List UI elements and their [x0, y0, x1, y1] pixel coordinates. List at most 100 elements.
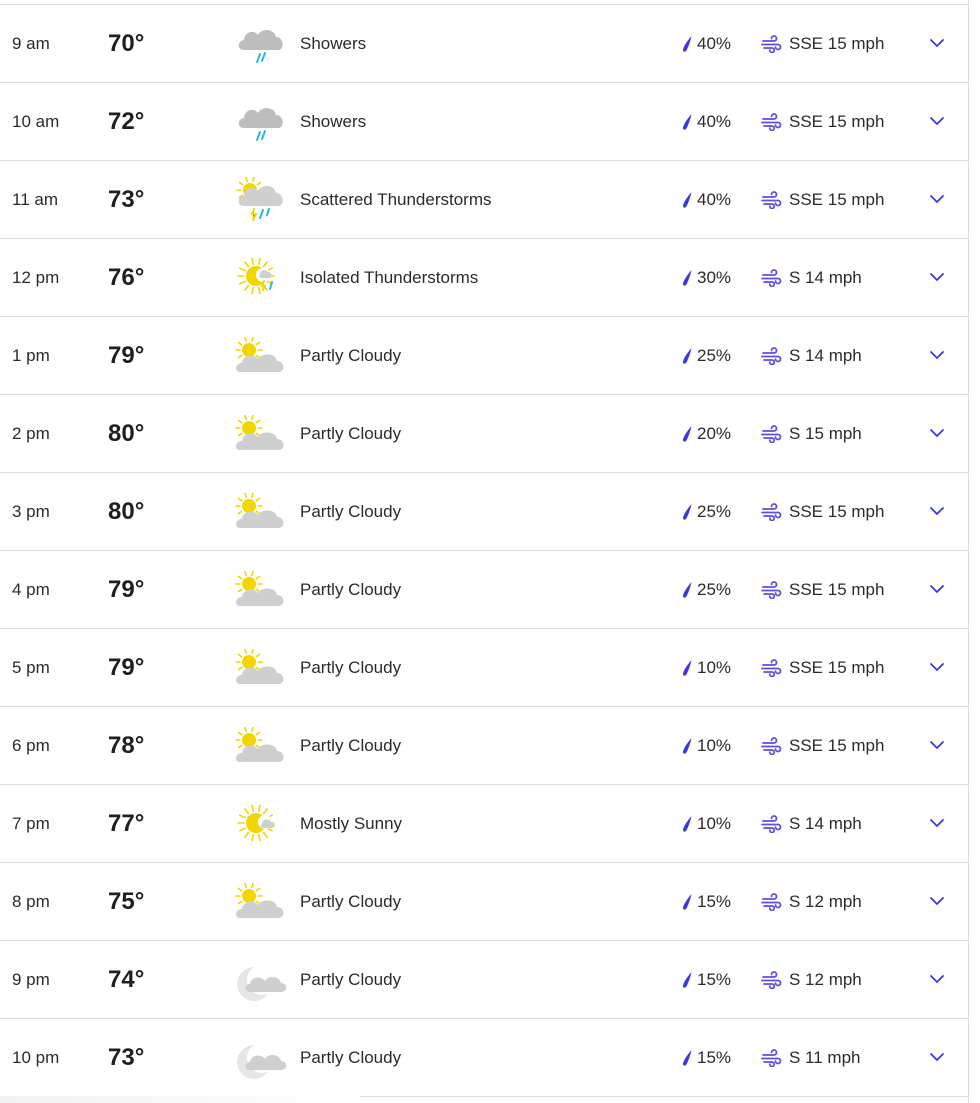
condition-label: Scattered Thunderstorms — [300, 190, 492, 209]
wind-icon — [761, 424, 782, 443]
hourly-row-8[interactable]: 5 pm 79° Partly Cloudy 10% SSE 15 mph — [0, 629, 969, 707]
partly-cloudy-day-icon — [234, 408, 288, 458]
raindrop-icon — [682, 893, 692, 910]
hour-time: 6 pm — [12, 736, 50, 755]
hour-temperature: 74° — [108, 966, 145, 993]
precipitation-value: 20% — [697, 423, 732, 443]
chevron-down-icon[interactable] — [927, 189, 947, 209]
condition-label: Showers — [300, 34, 367, 53]
precipitation-value: 10% — [697, 657, 732, 677]
precipitation-value: 30% — [697, 267, 732, 287]
precipitation-chance: 25% — [680, 551, 731, 628]
wind-value: SSE 15 mph — [789, 735, 885, 755]
wind-info: SSE 15 mph — [761, 629, 884, 706]
chevron-down-icon[interactable] — [927, 423, 947, 443]
chevron-down-icon[interactable] — [927, 345, 947, 365]
wind-value: S 12 mph — [789, 891, 862, 911]
wind-value: S 15 mph — [789, 423, 862, 443]
raindrop-icon — [682, 971, 692, 988]
condition-label: Partly Cloudy — [300, 424, 402, 443]
chevron-down-icon[interactable] — [927, 969, 947, 989]
chevron-down-icon[interactable] — [927, 111, 947, 131]
precipitation-chance: 15% — [680, 1019, 731, 1096]
hourly-row-0[interactable]: 9 am 70° Showers 40% SSE 15 mph — [0, 5, 969, 83]
raindrop-icon — [682, 347, 692, 364]
chevron-down-icon[interactable] — [927, 1047, 947, 1067]
showers-icon — [234, 18, 288, 68]
raindrop-icon — [682, 659, 692, 676]
chevron-down-icon[interactable] — [927, 501, 947, 521]
partly-cloudy-day-icon — [234, 486, 288, 536]
hour-time: 9 am — [12, 34, 50, 53]
hour-time: 7 pm — [12, 814, 50, 833]
hour-time: 9 pm — [12, 970, 50, 989]
wind-info: S 11 mph — [761, 1019, 861, 1096]
hourly-row-4[interactable]: 1 pm 79° Partly Cloudy 25% S 14 mph — [0, 317, 969, 395]
hour-time: 8 pm — [12, 892, 50, 911]
hour-temperature: 79° — [108, 654, 145, 681]
raindrop-icon — [682, 503, 692, 520]
wind-icon — [761, 736, 782, 755]
precipitation-chance: 15% — [680, 941, 731, 1018]
chevron-down-icon[interactable] — [927, 33, 947, 53]
scattered-thunderstorms-icon — [234, 174, 288, 224]
wind-info: SSE 15 mph — [761, 473, 884, 550]
precipitation-value: 25% — [697, 345, 732, 365]
wind-icon — [761, 658, 782, 677]
wind-info: SSE 15 mph — [761, 551, 884, 628]
condition-label: Partly Cloudy — [300, 1048, 402, 1067]
wind-info: S 12 mph — [761, 863, 862, 940]
chevron-down-icon[interactable] — [927, 813, 947, 833]
hourly-row-13[interactable]: 10 pm 73° Partly Cloudy 15% S 11 mph — [0, 1019, 969, 1097]
partly-cloudy-day-icon — [234, 642, 288, 692]
condition-label: Partly Cloudy — [300, 736, 402, 755]
hour-time: 11 am — [12, 190, 58, 209]
condition-label: Partly Cloudy — [300, 892, 402, 911]
hourly-row-11[interactable]: 8 pm 75° Partly Cloudy 15% S 12 mph — [0, 863, 969, 941]
hourly-row-6[interactable]: 3 pm 80° Partly Cloudy 25% SSE 15 mph — [0, 473, 969, 551]
precipitation-value: 25% — [697, 579, 732, 599]
precipitation-value: 15% — [697, 969, 732, 989]
hourly-row-9[interactable]: 6 pm 78° Partly Cloudy 10% SSE 15 mph — [0, 707, 969, 785]
condition-label: Partly Cloudy — [300, 580, 402, 599]
wind-info: S 14 mph — [761, 317, 862, 394]
precipitation-chance: 15% — [680, 863, 731, 940]
wind-value: SSE 15 mph — [789, 33, 885, 53]
hourly-row-5[interactable]: 2 pm 80° Partly Cloudy 20% S 15 mph — [0, 395, 969, 473]
wind-value: S 14 mph — [789, 267, 862, 287]
hour-temperature: 78° — [108, 732, 145, 759]
chevron-down-icon[interactable] — [927, 267, 947, 287]
precipitation-chance: 10% — [680, 707, 731, 784]
hourly-row-7[interactable]: 4 pm 79° Partly Cloudy 25% SSE 15 mph — [0, 551, 969, 629]
wind-icon — [761, 970, 782, 989]
precipitation-chance: 10% — [680, 785, 731, 862]
condition-label: Mostly Sunny — [300, 814, 403, 833]
partly-cloudy-night-icon — [234, 954, 288, 1004]
precipitation-value: 40% — [697, 33, 732, 53]
chevron-down-icon[interactable] — [927, 657, 947, 677]
chevron-down-icon[interactable] — [927, 579, 947, 599]
precipitation-chance: 25% — [680, 317, 731, 394]
wind-icon — [761, 34, 782, 53]
precipitation-chance: 40% — [680, 161, 731, 238]
condition-label: Isolated Thunderstorms — [300, 268, 479, 287]
precipitation-value: 10% — [697, 735, 732, 755]
precipitation-chance: 40% — [680, 83, 731, 160]
wind-info: SSE 15 mph — [761, 707, 884, 784]
raindrop-icon — [682, 581, 692, 598]
hourly-row-3[interactable]: 12 pm 76° Isolated Thunderstorms 30% S 1… — [0, 239, 969, 317]
partly-cloudy-night-icon — [234, 1032, 288, 1082]
wind-icon — [761, 814, 782, 833]
precipitation-chance: 40% — [680, 5, 731, 82]
wind-value: SSE 15 mph — [789, 579, 885, 599]
hourly-forecast-panel: 9 am 70° Showers 40% SSE 15 mph 10 am 72… — [0, 0, 969, 1103]
chevron-down-icon[interactable] — [927, 735, 947, 755]
wind-value: SSE 15 mph — [789, 501, 885, 521]
hour-temperature: 77° — [108, 810, 145, 837]
condition-label: Partly Cloudy — [300, 658, 402, 677]
hourly-row-10[interactable]: 7 pm 77° Mostly Sunny 10% S 14 mph — [0, 785, 969, 863]
chevron-down-icon[interactable] — [927, 891, 947, 911]
hourly-row-12[interactable]: 9 pm 74° Partly Cloudy 15% S 12 mph — [0, 941, 969, 1019]
hourly-row-1[interactable]: 10 am 72° Showers 40% SSE 15 mph — [0, 83, 969, 161]
hourly-row-2[interactable]: 11 am 73° Scattered Thunderstorms 40% SS… — [0, 161, 969, 239]
